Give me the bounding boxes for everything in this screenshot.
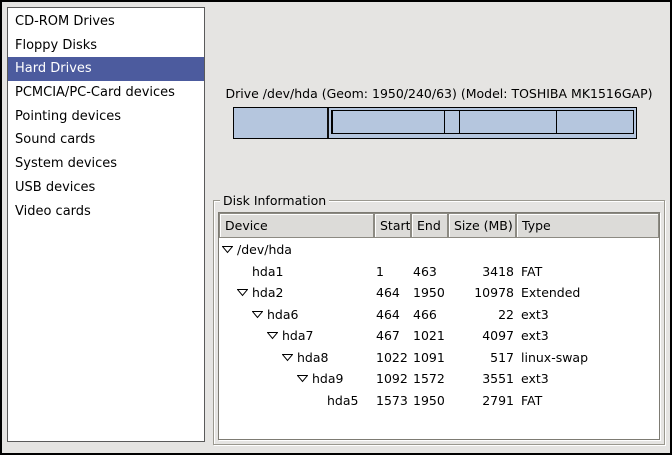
sidebar-item-hard-drives[interactable]: Hard Drives	[8, 57, 204, 81]
sidebar-item-pointing-devices[interactable]: Pointing devices	[8, 105, 204, 129]
device-label: hda2	[252, 285, 283, 300]
partition-segment-hda8	[445, 111, 459, 133]
type-cell: Extended	[516, 285, 659, 300]
device-category-list: CD-ROM DrivesFloppy DisksHard DrivesPCMC…	[7, 7, 205, 442]
sidebar-item-video-cards[interactable]: Video cards	[8, 200, 204, 224]
end-cell: 1950	[411, 285, 448, 300]
device-cell: /dev/hda	[219, 242, 374, 257]
end-cell: 1091	[411, 350, 448, 365]
start-cell: 464	[374, 307, 411, 322]
device-cell: hda5	[219, 393, 374, 408]
size-cell: 517	[448, 350, 516, 365]
partition-bar	[233, 107, 637, 139]
partition-segment-hda7	[333, 111, 445, 133]
end-cell: 1950	[411, 393, 448, 408]
start-cell: 464	[374, 285, 411, 300]
disk-information-label: Disk Information	[220, 193, 329, 208]
expander-icon[interactable]	[282, 353, 293, 362]
sidebar-item-system-devices[interactable]: System devices	[8, 152, 204, 176]
device-label: hda7	[282, 328, 313, 343]
type-cell: FAT	[516, 264, 659, 279]
start-cell: 1092	[374, 371, 411, 386]
partition-segment-hda1	[234, 108, 329, 138]
device-cell: hda6	[219, 307, 374, 322]
expander-icon[interactable]	[222, 245, 233, 254]
hardware-browser-window: CD-ROM DrivesFloppy DisksHard DrivesPCMC…	[0, 0, 672, 455]
type-cell: linux-swap	[516, 350, 659, 365]
device-label: /dev/hda	[237, 242, 292, 257]
table-row-hda7[interactable]: hda7 46710214097ext3	[219, 325, 659, 347]
size-cell: 4097	[448, 328, 516, 343]
expander-icon[interactable]	[297, 374, 308, 383]
partition-segment-hda9	[460, 111, 557, 133]
table-row-dev-hda[interactable]: /dev/hda	[219, 239, 659, 261]
sidebar-item-pcmcia-pc-card-devices[interactable]: PCMCIA/PC-Card devices	[8, 81, 204, 105]
end-cell: 1572	[411, 371, 448, 386]
sidebar-item-floppy-disks[interactable]: Floppy Disks	[8, 34, 204, 58]
device-cell: hda9	[219, 371, 374, 386]
column-header-start[interactable]: Start	[374, 213, 411, 238]
type-cell: ext3	[516, 371, 659, 386]
column-header-end[interactable]: End	[411, 213, 448, 238]
device-label: hda8	[297, 350, 328, 365]
device-label: hda9	[312, 371, 343, 386]
expander-icon[interactable]	[252, 310, 263, 319]
device-cell: hda1	[219, 264, 374, 279]
table-row-hda2[interactable]: hda2 464195010978Extended	[219, 282, 659, 304]
size-cell: 10978	[448, 285, 516, 300]
expander-icon[interactable]	[237, 288, 248, 297]
start-cell: 467	[374, 328, 411, 343]
size-cell: 3551	[448, 371, 516, 386]
column-header-type[interactable]: Type	[516, 213, 659, 238]
device-label: hda5	[327, 393, 358, 408]
sidebar-item-sound-cards[interactable]: Sound cards	[8, 128, 204, 152]
device-cell: hda2	[219, 285, 374, 300]
device-label: hda6	[267, 307, 298, 322]
end-cell: 1021	[411, 328, 448, 343]
start-cell: 1	[374, 264, 411, 279]
disk-information-frame: Disk Information DeviceStartEndSize (MB)…	[213, 200, 665, 445]
sidebar-item-usb-devices[interactable]: USB devices	[8, 176, 204, 200]
table-row-hda6[interactable]: hda6 46446622ext3	[219, 304, 659, 326]
table-row-hda1[interactable]: hda1 14633418FAT	[219, 261, 659, 283]
end-cell: 463	[411, 264, 448, 279]
table-row-hda9[interactable]: hda9 109215723551ext3	[219, 368, 659, 390]
size-cell: 2791	[448, 393, 516, 408]
size-cell: 22	[448, 307, 516, 322]
device-cell: hda7	[219, 328, 374, 343]
partition-segment-hda5	[557, 111, 633, 133]
end-cell: 466	[411, 307, 448, 322]
expander-icon[interactable]	[267, 331, 278, 340]
start-cell: 1573	[374, 393, 411, 408]
type-cell: FAT	[516, 393, 659, 408]
column-header-size-mb[interactable]: Size (MB)	[448, 213, 516, 238]
type-cell: ext3	[516, 307, 659, 322]
sidebar-item-cd-rom-drives[interactable]: CD-ROM Drives	[8, 10, 204, 34]
type-cell: ext3	[516, 328, 659, 343]
table-row-hda8[interactable]: hda8 10221091517linux-swap	[219, 347, 659, 369]
disk-table-rows: /dev/hdahda114633418FAThda2464195010978E…	[219, 238, 659, 411]
device-cell: hda8	[219, 350, 374, 365]
size-cell: 3418	[448, 264, 516, 279]
drive-title: Drive /dev/hda (Geom: 1950/240/63) (Mode…	[213, 86, 665, 101]
disk-table: DeviceStartEndSize (MB)Type /dev/hda hda1…	[218, 212, 660, 440]
disk-table-header: DeviceStartEndSize (MB)Type	[219, 213, 659, 238]
device-label: hda1	[252, 264, 283, 279]
partition-segment-hda2-extended	[331, 110, 634, 134]
start-cell: 1022	[374, 350, 411, 365]
table-row-hda5[interactable]: hda5 157319502791FAT	[219, 390, 659, 412]
column-header-device[interactable]: Device	[219, 213, 374, 238]
